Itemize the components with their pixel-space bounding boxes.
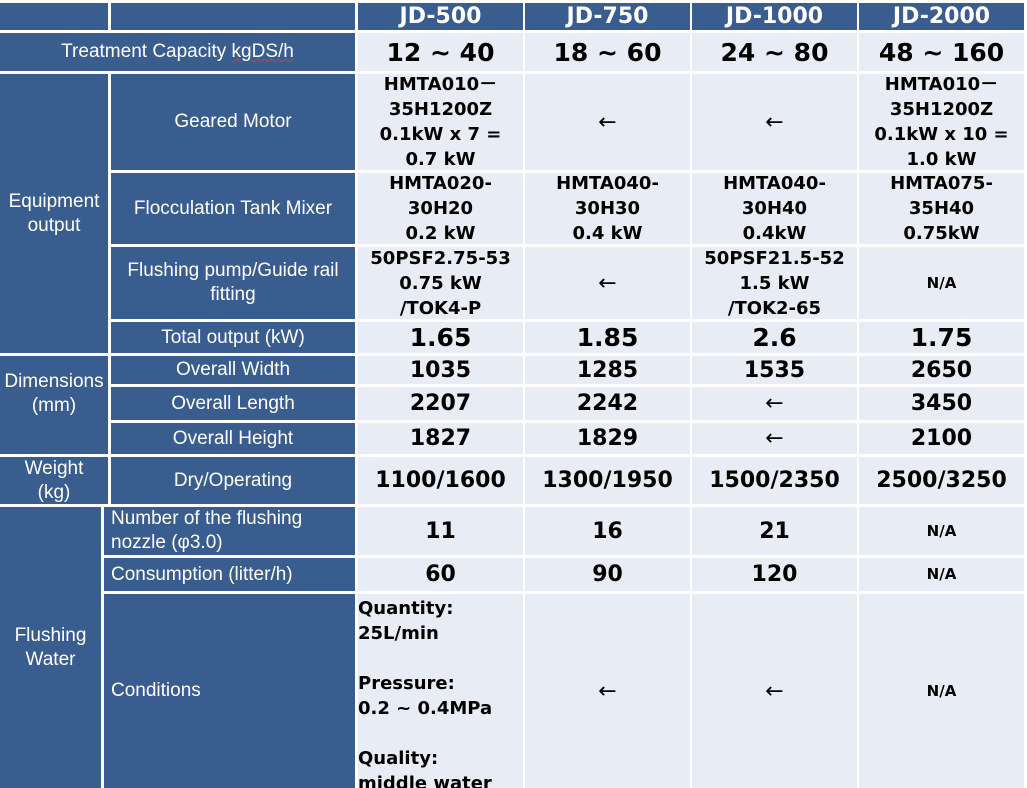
overall-width-jd-1000: 1535	[692, 356, 857, 384]
total-output-jd-2000: 1.75	[859, 322, 1024, 353]
geared-motor-jd-750: ←	[525, 74, 690, 170]
flushing-pump-jd-500: 50PSF2.75-53 0.75 kW /TOK4-P	[358, 247, 523, 319]
dry-operating-label: Dry/Operating	[111, 457, 355, 504]
nozzle-count-label: Number of the flushing nozzle (φ3.0)	[104, 507, 355, 555]
overall-height-jd-500: 1827	[358, 423, 523, 454]
flocculation-mixer-jd-1000: HMTA040- 30H40 0.4kW	[692, 173, 857, 244]
overall-length-jd-500: 2207	[358, 387, 523, 420]
dry-operating-jd-500: 1100/1600	[358, 457, 523, 504]
overall-width-label: Overall Width	[111, 356, 355, 384]
treatment-capacity-jd-500: 12 ~ 40	[358, 33, 523, 71]
equipment-output-group-label: Equipment output	[0, 74, 108, 353]
treatment-capacity-jd-1000: 24 ~ 80	[692, 33, 857, 71]
treatment-capacity-jd-2000: 48 ~ 160	[859, 33, 1024, 71]
overall-height-label: Overall Height	[111, 423, 355, 454]
flushing-pump-jd-1000: 50PSF21.5-52 1.5 kW /TOK2-65	[692, 247, 857, 319]
overall-width-jd-500: 1035	[358, 356, 523, 384]
flocculation-mixer-jd-2000: HMTA075- 35H40 0.75kW	[859, 173, 1024, 244]
conditions-jd-1000: ←	[692, 594, 857, 788]
column-header-jd-750: JD-750	[525, 3, 690, 30]
overall-length-jd-750: 2242	[525, 387, 690, 420]
overall-length-jd-1000: ←	[692, 387, 857, 420]
overall-height-jd-1000: ←	[692, 423, 857, 454]
consumption-jd-1000: 120	[692, 558, 857, 591]
weight-group-label: Weight (kg)	[0, 457, 108, 504]
overall-length-label: Overall Length	[111, 387, 355, 420]
geared-motor-jd-500: HMTA010－ 35H1200Z 0.1kW x 7 = 0.7 kW	[358, 74, 523, 170]
flushing-pump-jd-2000: N/A	[859, 247, 1024, 319]
conditions-jd-500: Quantity: 25L/min Pressure: 0.2 ~ 0.4MPa…	[358, 594, 523, 788]
overall-length-jd-2000: 3450	[859, 387, 1024, 420]
consumption-label: Consumption (litter/h)	[104, 558, 355, 591]
geared-motor-label: Geared Motor	[111, 74, 355, 170]
consumption-jd-2000: N/A	[859, 558, 1024, 591]
dry-operating-jd-2000: 2500/3250	[859, 457, 1024, 504]
total-output-jd-1000: 2.6	[692, 322, 857, 353]
overall-width-jd-750: 1285	[525, 356, 690, 384]
nozzle-count-jd-500: 11	[358, 507, 523, 555]
column-header-jd-2000: JD-2000	[859, 3, 1024, 30]
flushing-pump-label: Flushing pump/Guide rail fitting	[111, 247, 355, 319]
flocculation-mixer-label: Flocculation Tank Mixer	[111, 173, 355, 244]
dimensions-group-label: Dimensions (mm)	[0, 356, 108, 454]
treatment-capacity-jd-750: 18 ~ 60	[525, 33, 690, 71]
treatment-capacity-label: Treatment Capacity kgDS/h	[0, 33, 355, 71]
total-output-label: Total output (kW)	[111, 322, 355, 353]
nozzle-count-jd-1000: 21	[692, 507, 857, 555]
dry-operating-jd-1000: 1500/2350	[692, 457, 857, 504]
treatment-capacity-unit: kgDS/h	[231, 41, 294, 62]
corner-cell-1	[0, 3, 108, 30]
dry-operating-jd-750: 1300/1950	[525, 457, 690, 504]
column-header-jd-1000: JD-1000	[692, 3, 857, 30]
consumption-jd-750: 90	[525, 558, 690, 591]
column-header-jd-500: JD-500	[358, 3, 523, 30]
flocculation-mixer-jd-500: HMTA020- 30H20 0.2 kW	[358, 173, 523, 244]
overall-width-jd-2000: 2650	[859, 356, 1024, 384]
total-output-jd-500: 1.65	[358, 322, 523, 353]
overall-height-jd-750: 1829	[525, 423, 690, 454]
treatment-capacity-label-text: Treatment Capacity	[61, 41, 232, 62]
flushing-pump-jd-750: ←	[525, 247, 690, 319]
flocculation-mixer-jd-750: HMTA040- 30H30 0.4 kW	[525, 173, 690, 244]
consumption-jd-500: 60	[358, 558, 523, 591]
geared-motor-jd-1000: ←	[692, 74, 857, 170]
nozzle-count-jd-750: 16	[525, 507, 690, 555]
conditions-jd-750: ←	[525, 594, 690, 788]
conditions-label: Conditions	[104, 594, 355, 788]
corner-cell-2	[111, 3, 355, 30]
geared-motor-jd-2000: HMTA010－ 35H1200Z 0.1kW x 10 = 1.0 kW	[859, 74, 1024, 170]
flushing-water-group-label: Flushing Water	[0, 507, 101, 788]
overall-height-jd-2000: 2100	[859, 423, 1024, 454]
total-output-jd-750: 1.85	[525, 322, 690, 353]
nozzle-count-jd-2000: N/A	[859, 507, 1024, 555]
conditions-jd-2000: N/A	[859, 594, 1024, 788]
